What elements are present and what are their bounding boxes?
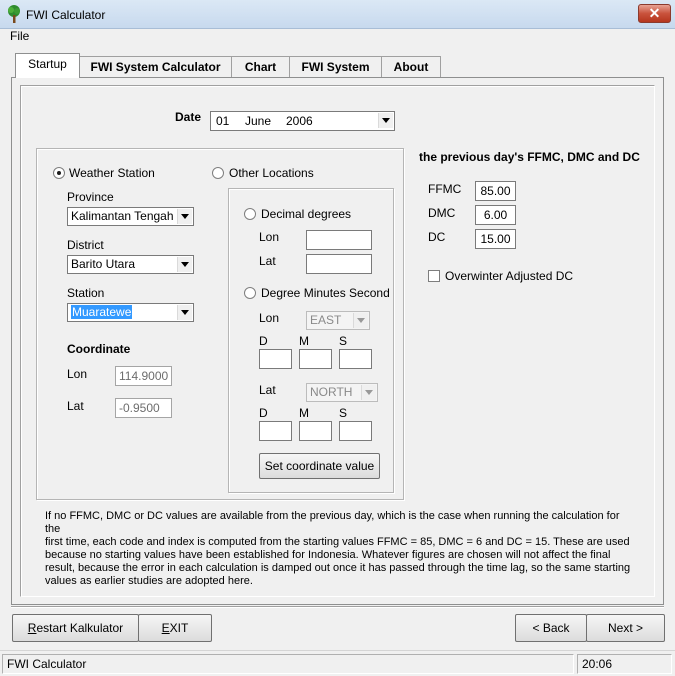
tree-icon (8, 5, 20, 23)
chevron-down-icon (177, 209, 192, 224)
date-label: Date (175, 110, 202, 124)
date-picker[interactable]: 01 June 2006 (210, 111, 395, 131)
exit-mnemonic: E (161, 621, 170, 635)
dms-label: Degree Minutes Second (261, 286, 390, 300)
previous-day-heading: the previous day's FFMC, DMC and DC (419, 150, 640, 164)
province-value: Kalimantan Tengah (71, 209, 174, 223)
status-app-name: FWI Calculator (2, 654, 574, 674)
overwinter-label: Overwinter Adjusted DC (445, 269, 574, 283)
chevron-down-icon (361, 385, 376, 400)
dms-lat-degrees-input[interactable] (259, 421, 292, 441)
decimal-lat-input[interactable] (306, 254, 372, 274)
chevron-down-icon (177, 257, 192, 272)
dms-lat-s-label: S (339, 406, 348, 420)
next-button[interactable]: Next > (586, 614, 665, 642)
back-button[interactable]: < Back (515, 614, 587, 642)
menu-bar: File (0, 29, 675, 47)
dms-lon-seconds-input[interactable] (339, 349, 372, 369)
restart-button[interactable]: Restart Kalkulator (12, 614, 139, 642)
district-label: District (67, 238, 104, 252)
station-label: Station (67, 286, 105, 300)
chevron-down-icon (353, 313, 368, 328)
date-month: June (245, 114, 272, 128)
coordinate-heading: Coordinate (67, 342, 131, 356)
window-title: FWI Calculator (26, 8, 106, 22)
dmc-label: DMC (428, 206, 456, 220)
coord-lon-field: 114.9000 (115, 366, 172, 386)
overwinter-checkbox[interactable] (428, 270, 440, 282)
restart-label: estart Kalkulator (36, 621, 124, 635)
dms-lon-d-label: D (259, 334, 268, 348)
dms-lon-direction-value: EAST (310, 313, 342, 327)
dms-lon-label: Lon (259, 311, 280, 325)
exit-label: XIT (169, 621, 189, 635)
date-year: 2006 (286, 114, 313, 128)
dms-lat-seconds-input[interactable] (339, 421, 372, 441)
weather-station-radio[interactable] (53, 167, 65, 179)
chevron-down-icon (177, 305, 192, 320)
dc-input[interactable]: 15.00 (475, 229, 516, 249)
dms-lat-direction-value: NORTH (310, 385, 353, 399)
tab-fwi-system-calculator[interactable]: FWI System Calculator (79, 56, 232, 77)
station-select[interactable]: Muaratewe (67, 303, 194, 322)
dmc-input[interactable]: 6.00 (475, 205, 516, 225)
date-day: 01 (216, 114, 230, 128)
tab-chart[interactable]: Chart (231, 56, 290, 77)
ffmc-label: FFMC (428, 182, 462, 196)
exit-button[interactable]: EXIT (138, 614, 212, 642)
tab-startup[interactable]: Startup (15, 53, 80, 78)
province-select[interactable]: Kalimantan Tengah (67, 207, 194, 226)
status-bar: FWI Calculator 20:06 (0, 650, 675, 676)
title-bar: FWI Calculator ✕ (0, 0, 675, 29)
dms-lon-m-label: M (299, 334, 309, 348)
dc-label: DC (428, 230, 446, 244)
bottom-divider (11, 606, 664, 608)
decimal-degrees-radio[interactable] (244, 208, 256, 220)
tab-about[interactable]: About (381, 56, 441, 77)
starting-values-note: If no FFMC, DMC or DC values are availab… (45, 510, 631, 587)
decimal-lon-label: Lon (259, 230, 280, 244)
coord-lat-field: -0.9500 (115, 398, 172, 418)
province-label: Province (67, 190, 114, 204)
ffmc-input[interactable]: 85.00 (475, 181, 516, 201)
other-locations-radio[interactable] (212, 167, 224, 179)
chevron-down-icon (378, 113, 393, 128)
dms-lat-label: Lat (259, 383, 276, 397)
status-time: 20:06 (577, 654, 672, 674)
dms-lon-degrees-input[interactable] (259, 349, 292, 369)
dms-lon-direction-select[interactable]: EAST (306, 311, 370, 330)
district-select[interactable]: Barito Utara (67, 255, 194, 274)
dms-lon-minutes-input[interactable] (299, 349, 332, 369)
close-icon: ✕ (648, 5, 661, 21)
close-button[interactable]: ✕ (638, 4, 671, 23)
dms-lat-m-label: M (299, 406, 309, 420)
decimal-lat-label: Lat (259, 254, 276, 268)
decimal-lon-input[interactable] (306, 230, 372, 250)
other-locations-label: Other Locations (229, 166, 314, 180)
station-value: Muaratewe (71, 305, 133, 319)
district-value: Barito Utara (71, 257, 136, 271)
menu-file[interactable]: File (10, 29, 29, 44)
dms-lat-minutes-input[interactable] (299, 421, 332, 441)
decimal-degrees-label: Decimal degrees (261, 207, 352, 221)
dms-lat-d-label: D (259, 406, 268, 420)
tab-fwi-system[interactable]: FWI System (289, 56, 382, 77)
coord-lon-label: Lon (67, 367, 88, 381)
coord-lat-label: Lat (67, 399, 84, 413)
dms-lon-s-label: S (339, 334, 348, 348)
set-coordinate-button[interactable]: Set coordinate value (259, 453, 380, 479)
dms-radio[interactable] (244, 287, 256, 299)
weather-station-label: Weather Station (69, 166, 155, 180)
dms-lat-direction-select[interactable]: NORTH (306, 383, 378, 402)
